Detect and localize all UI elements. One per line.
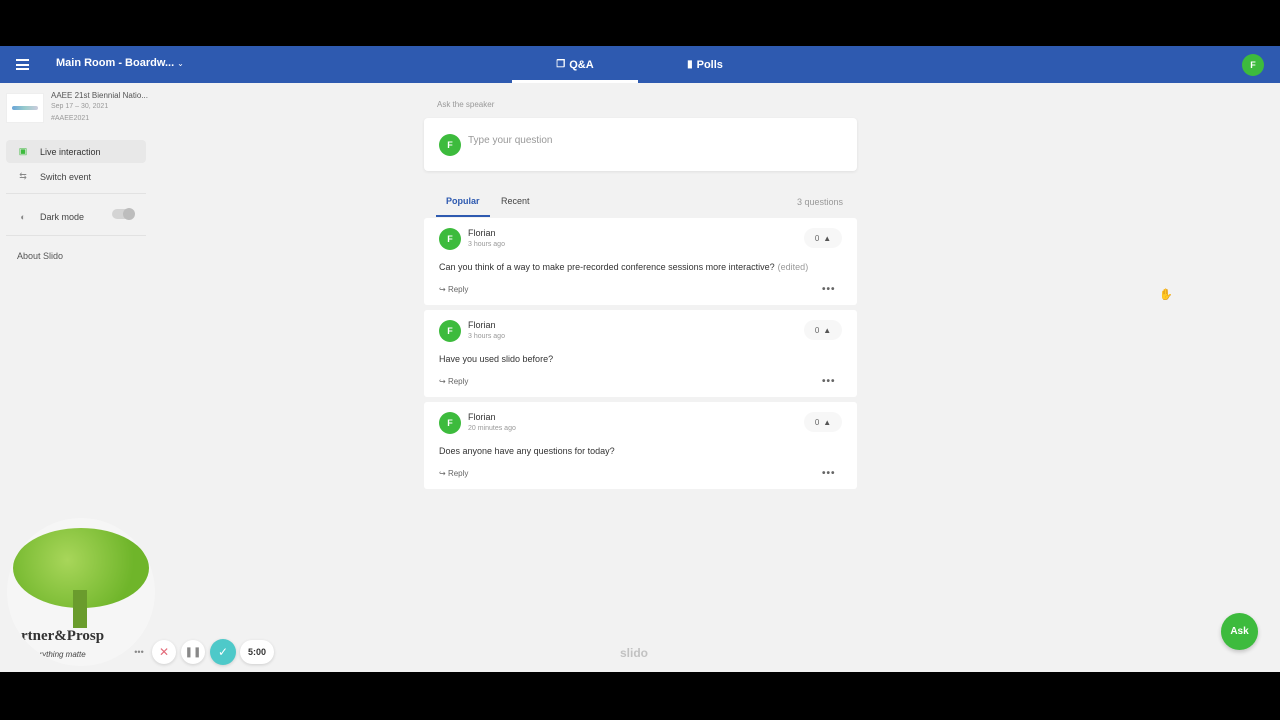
reply-button[interactable]: ↪ Reply	[439, 377, 468, 386]
room-selector[interactable]: Main Room - Boardw... ⌄	[56, 57, 184, 69]
sidebar-item-dark-mode: ◐ Dark mode	[6, 205, 146, 228]
top-bar: Main Room - Boardw... ⌄ ❐ Q&A ▮ Polls F	[0, 46, 1280, 83]
tab-polls-label: Polls	[696, 58, 723, 71]
reply-button[interactable]: ↪ Reply	[439, 469, 468, 478]
pause-icon: ❚❚	[184, 646, 202, 658]
more-options-icon[interactable]: •••	[822, 376, 836, 387]
question-card: F Florian 20 minutes ago 0 ▲ Does anyone …	[424, 402, 857, 489]
reply-icon: ↪	[439, 285, 446, 294]
sidebar-item-switch-event[interactable]: ⇆ Switch event	[6, 165, 146, 188]
app-frame: Main Room - Boardw... ⌄ ❐ Q&A ▮ Polls F AAE…	[0, 46, 1280, 672]
close-icon: ✕	[158, 645, 170, 659]
swap-icon: ⇆	[19, 171, 27, 181]
tab-recent[interactable]: Recent	[501, 190, 530, 217]
contrast-icon: ◐	[20, 211, 26, 222]
menu-icon[interactable]	[16, 59, 29, 70]
sidebar-divider	[6, 193, 146, 194]
more-options-icon[interactable]: •••	[822, 468, 836, 479]
question-input[interactable]	[468, 135, 838, 146]
question-text: Does anyone have any questions for today…	[439, 446, 615, 456]
question-author: Florian	[468, 320, 496, 330]
bar-chart-icon: ▮	[687, 59, 693, 70]
user-avatar[interactable]: F	[1242, 54, 1264, 76]
question-count: 3 questions	[796, 197, 843, 207]
question-body: Does anyone have any questions for today…	[439, 446, 615, 456]
question-author: Florian	[468, 228, 496, 238]
tab-popular[interactable]: Popular	[436, 190, 490, 217]
room-title: Main Room - Boardw...	[56, 57, 175, 69]
about-slido-link[interactable]: About Slido	[17, 251, 63, 261]
like-count: 0	[814, 417, 820, 427]
avatar: F	[439, 228, 461, 250]
reply-label: Reply	[447, 377, 469, 386]
ask-button[interactable]: Ask	[1221, 613, 1258, 650]
reply-button[interactable]: ↪ Reply	[439, 285, 468, 294]
reply-label: Reply	[447, 469, 469, 478]
question-text: Have you used slido before?	[439, 354, 553, 364]
like-count: 0	[814, 325, 820, 335]
avatar: F	[439, 134, 461, 156]
question-body: Have you used slido before?	[439, 354, 554, 364]
event-info: AAEE 21st Biennial Natio... Sep 17 – 30,…	[6, 91, 148, 125]
event-name: AAEE 21st Biennial Natio...	[51, 91, 148, 100]
thumbs-up-icon: ▲	[823, 417, 832, 427]
reply-icon: ↪	[439, 469, 446, 478]
timer: 5:00	[240, 640, 274, 664]
question-author: Florian	[468, 412, 496, 422]
sidebar-item-live-interaction[interactable]: ▣ Live interaction	[6, 140, 146, 163]
question-time: 20 minutes ago	[468, 425, 516, 432]
ask-label: Ask the speaker	[437, 100, 495, 109]
event-hashtag: #AAEE2021	[51, 115, 90, 122]
edited-label: (edited)	[777, 262, 809, 272]
slido-watermark: slido	[620, 646, 649, 660]
avatar: F	[439, 320, 461, 342]
reply-icon: ↪	[439, 377, 446, 386]
reply-label: Reply	[447, 285, 469, 294]
like-button[interactable]: 0 ▲	[804, 412, 842, 432]
more-icon[interactable]: •••	[130, 640, 148, 664]
thumbs-up-icon: ▲	[823, 325, 832, 335]
brand-text: rtner&Prosp	[21, 628, 105, 644]
chat-bubbles-icon: ❐	[556, 59, 566, 70]
tab-qa-label: Q&A	[569, 58, 594, 71]
brand-tagline: erything matte	[35, 650, 86, 659]
like-button[interactable]: 0 ▲	[804, 320, 842, 340]
question-body: Can you think of a way to make pre-recor…	[439, 262, 775, 272]
more-options-icon[interactable]: •••	[822, 284, 836, 295]
sidebar-item-label: Live interaction	[40, 146, 101, 157]
dark-mode-toggle[interactable]	[112, 208, 135, 220]
question-card: F Florian 3 hours ago 0 ▲ Have you used s…	[424, 310, 857, 397]
chat-icon: ▣	[18, 146, 28, 156]
sidebar-item-label: Dark mode	[40, 211, 85, 222]
cancel-button[interactable]: ✕	[152, 640, 176, 664]
chevron-down-icon: ⌄	[177, 59, 184, 68]
check-icon: ✓	[217, 645, 229, 659]
ask-card: F	[424, 118, 857, 171]
question-text: Can you think of a way to make pre-recor…	[439, 262, 808, 272]
like-count: 0	[814, 233, 820, 243]
question-time: 3 hours ago	[468, 333, 505, 340]
avatar: F	[439, 412, 461, 434]
tab-polls[interactable]: ▮ Polls	[672, 46, 738, 83]
hand-cursor-icon: ✋	[1159, 289, 1173, 301]
pause-button[interactable]: ❚❚	[181, 640, 205, 664]
sidebar-item-label: Switch event	[40, 171, 92, 182]
confirm-button[interactable]: ✓	[210, 639, 236, 665]
event-logo	[6, 93, 44, 123]
question-card: F Florian 3 hours ago 0 ▲ Can you think o…	[424, 218, 857, 305]
sidebar-divider	[6, 235, 146, 236]
event-date: Sep 17 – 30, 2021	[51, 103, 109, 110]
like-button[interactable]: 0 ▲	[804, 228, 842, 248]
tab-qa[interactable]: ❐ Q&A	[512, 46, 638, 83]
thumbs-up-icon: ▲	[823, 233, 832, 243]
question-time: 3 hours ago	[468, 241, 505, 248]
